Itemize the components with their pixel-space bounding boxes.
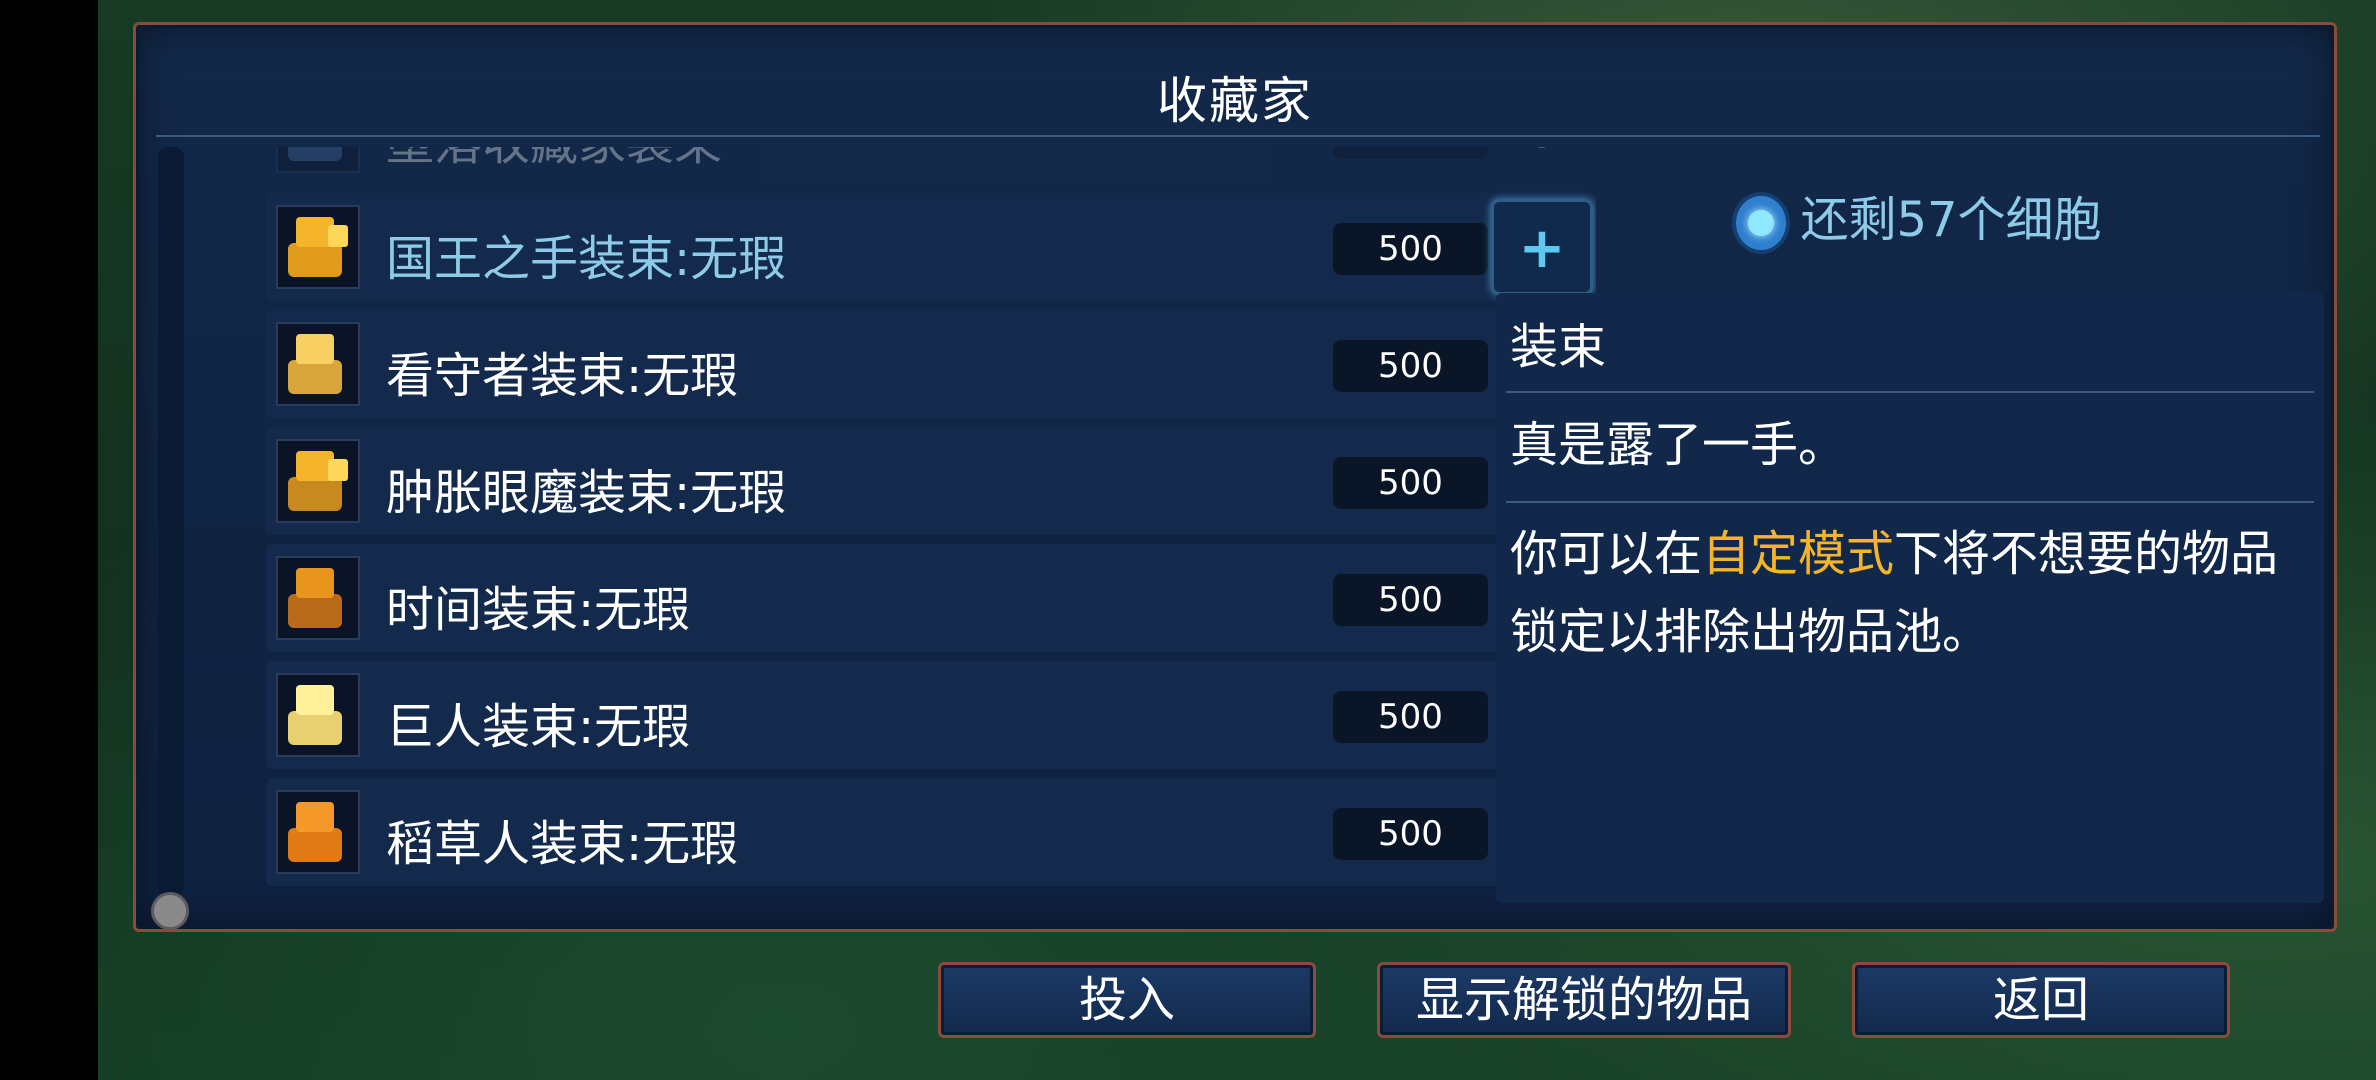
item-cost: 500 [1333,223,1488,275]
list-item[interactable]: 看守者装束:无瑕 500 + [266,310,1596,418]
custom-mode-highlight: 自定模式 [1702,526,1895,582]
collector-panel: 收藏家 堕落收藏家装束 1000 + 国王之手装束:无瑕 500 + [133,22,2337,932]
item-cost: 500 [1333,691,1488,743]
item-description: 你可以在自定模式下将不想要的物品锁定以排除出物品池。 [1510,515,2310,671]
divider [1506,501,2314,503]
item-name: 稻草人装束:无瑕 [386,816,739,872]
outfit-icon [276,205,360,289]
item-cost: 500 [1333,340,1488,392]
outfit-icon [276,673,360,757]
outfit-list: 堕落收藏家装束 1000 + 国王之手装束:无瑕 500 + 看守者装束:无瑕 … [266,147,1596,927]
divider [1506,391,2314,393]
cells-remaining-text: 还剩57个细胞 [1800,192,2102,248]
item-name: 肿胀眼魔装束:无瑕 [386,465,787,521]
item-name: 时间装束:无瑕 [386,582,691,638]
list-item[interactable]: 国王之手装束:无瑕 500 + [266,193,1596,301]
outfit-icon [276,790,360,874]
cells-remaining: 还剩57个细胞 [1496,180,2336,260]
screen: 收藏家 堕落收藏家装束 1000 + 国王之手装束:无瑕 500 + [0,0,2376,1080]
item-cost: 1000 [1333,147,1488,159]
cell-currency-icon [1730,188,1792,258]
item-name: 国王之手装束:无瑕 [386,231,787,287]
outfit-icon [276,439,360,523]
item-description-box: 装束 真是露了一手。 你可以在自定模式下将不想要的物品锁定以排除出物品池。 [1496,293,2324,903]
item-cost: 500 [1333,808,1488,860]
item-name: 巨人装束:无瑕 [386,699,691,755]
back-button[interactable]: 返回 [1852,962,2230,1038]
list-item[interactable]: 巨人装束:无瑕 500 + [266,661,1596,769]
list-item[interactable]: 肿胀眼魔装束:无瑕 500 + [266,427,1596,535]
item-cost: 500 [1333,574,1488,626]
outfit-icon [276,556,360,640]
item-name: 堕落收藏家装束 [386,147,722,173]
item-category: 装束 [1510,319,1607,375]
scrollbar-knob[interactable] [151,892,189,930]
invest-button[interactable]: 投入 [938,962,1316,1038]
list-item[interactable]: 稻草人装束:无瑕 500 + [266,778,1596,886]
desc-prefix: 你可以在 [1510,526,1703,582]
item-cost: 500 [1333,457,1488,509]
outfit-icon [276,322,360,406]
scrollbar-track[interactable] [158,147,184,897]
list-item[interactable]: 堕落收藏家装束 1000 + [266,147,1596,185]
item-flavor-text: 真是露了一手。 [1510,417,1847,473]
info-pane: 还剩57个细胞 装束 真是露了一手。 你可以在自定模式下将不想要的物品锁定以排除… [1496,25,2326,930]
show-unlocked-button[interactable]: 显示解锁的物品 [1377,962,1791,1038]
outfit-icon [276,147,360,173]
list-item[interactable]: 时间装束:无瑕 500 + [266,544,1596,652]
item-name: 看守者装束:无瑕 [386,348,739,404]
